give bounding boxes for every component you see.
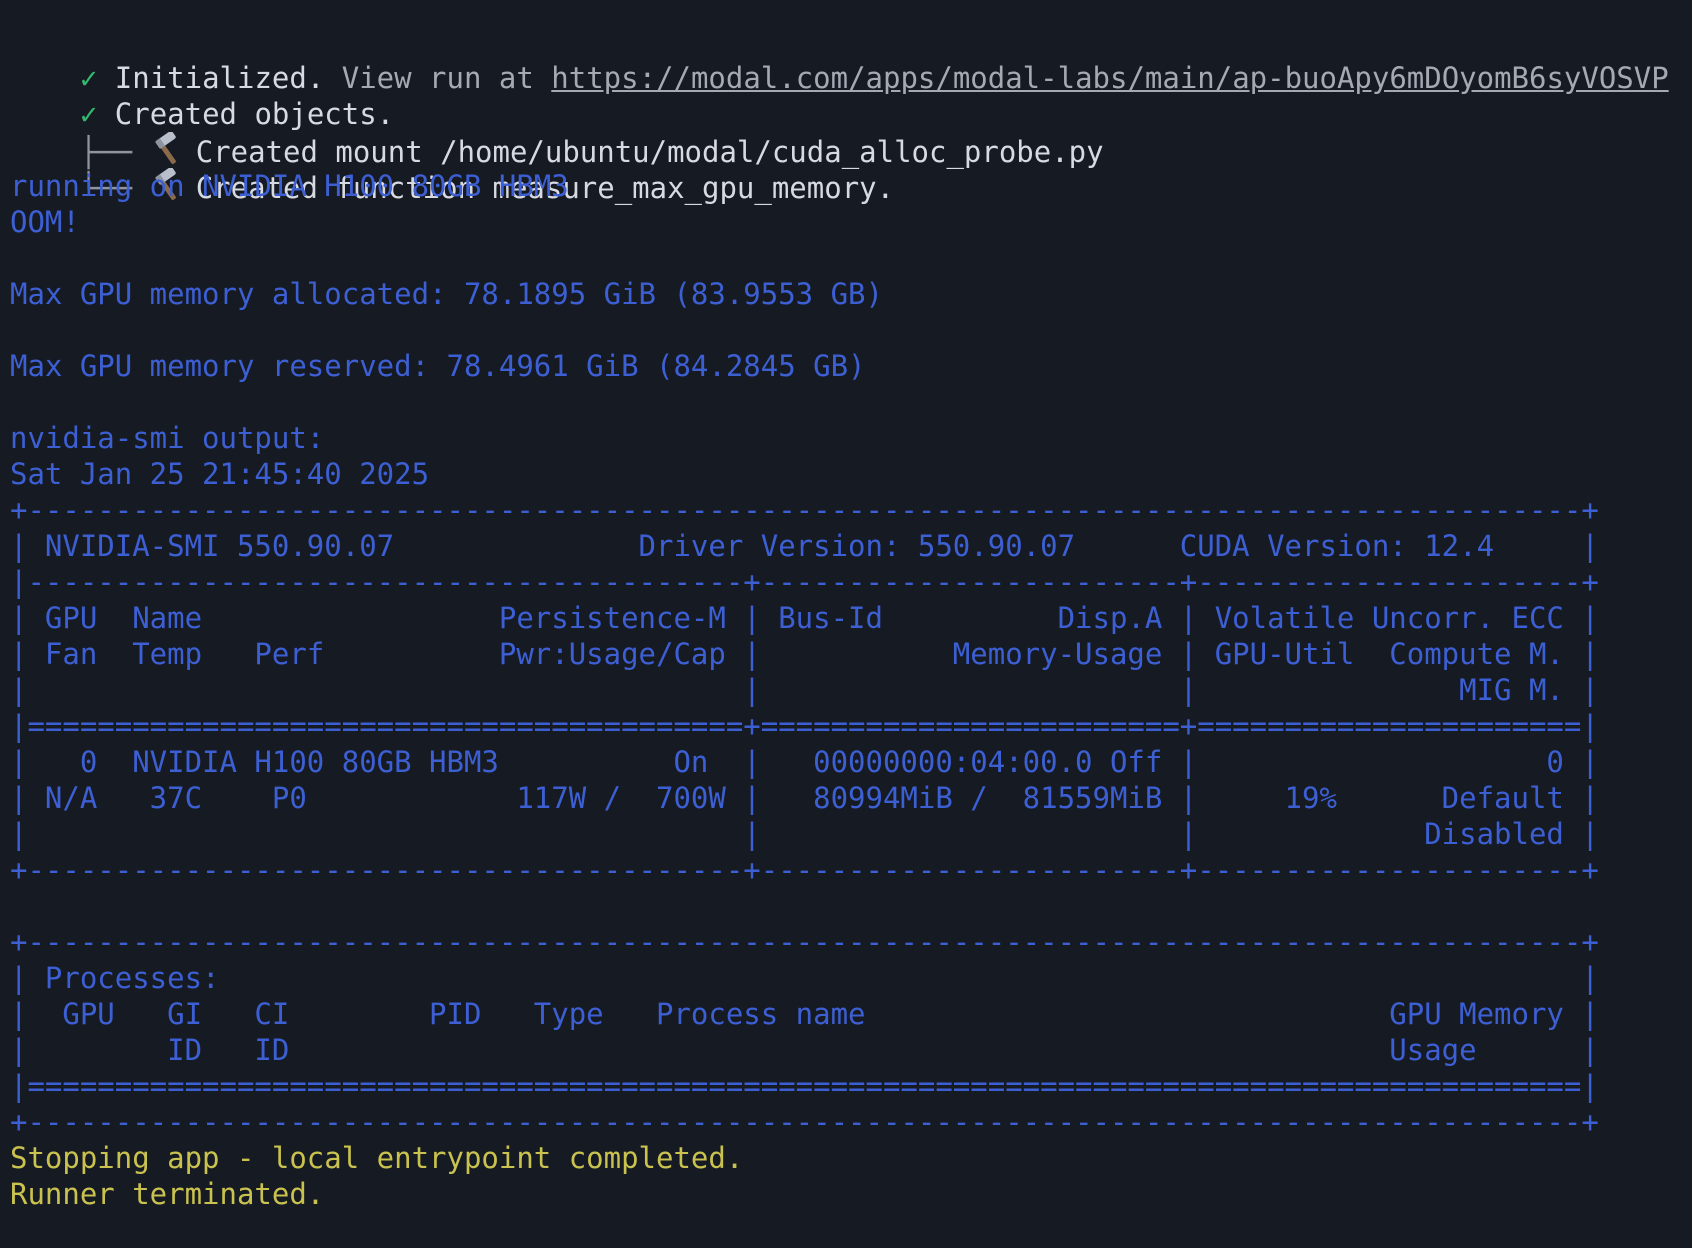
smi-table-line: |---------------------------------------… bbox=[10, 565, 1599, 599]
smi-table-line: | NVIDIA-SMI 550.90.07 Driver Version: 5… bbox=[10, 529, 1599, 563]
max-allocated-line: Max GPU memory allocated: 78.1895 GiB (8… bbox=[10, 277, 883, 311]
smi-table-line: | 0 NVIDIA H100 80GB HBM3 On | 00000000:… bbox=[10, 745, 1599, 779]
max-reserved-line: Max GPU memory reserved: 78.4961 GiB (84… bbox=[10, 349, 866, 383]
hammer-icon bbox=[150, 130, 196, 170]
smi-table-line: | GPU Name Persistence-M | Bus-Id Disp.A… bbox=[10, 601, 1599, 635]
nvidia-smi-table: +---------------------------------------… bbox=[10, 492, 1692, 1140]
runner-terminated-line: Runner terminated. bbox=[10, 1177, 325, 1211]
check-icon: ✓ bbox=[79, 61, 98, 95]
smi-table-line: | | | MIG M. | bbox=[10, 673, 1599, 707]
processes-table-line: +---------------------------------------… bbox=[10, 925, 1599, 959]
smi-table-line: | | | Disabled | bbox=[10, 817, 1599, 851]
run-url-link[interactable]: https://modal.com/apps/modal-labs/main/a… bbox=[551, 61, 1668, 95]
oom-line: OOM! bbox=[10, 205, 80, 239]
smi-table-line: +---------------------------------------… bbox=[10, 853, 1599, 887]
terminal-output: ✓ Initialized. View run at https://modal… bbox=[10, 0, 1692, 1248]
created-mount-text: Created mount /home/ubuntu/modal/cuda_al… bbox=[195, 135, 1104, 169]
smi-table-line: | Fan Temp Perf Pwr:Usage/Cap | Memory-U… bbox=[10, 637, 1599, 671]
smi-timestamp: Sat Jan 25 21:45:40 2025 bbox=[10, 457, 430, 491]
smi-table-line: +---------------------------------------… bbox=[10, 493, 1599, 527]
nvidia-smi-label: nvidia-smi output: bbox=[10, 421, 325, 455]
smi-table-line bbox=[10, 888, 1692, 924]
processes-table-line: | ID ID Usage | bbox=[10, 1033, 1599, 1067]
clipped-top-line bbox=[10, 0, 1692, 24]
clipped-bottom-line bbox=[10, 1212, 1692, 1248]
processes-table-line: |=======================================… bbox=[10, 1069, 1599, 1103]
smi-table-line: |=======================================… bbox=[10, 709, 1599, 743]
processes-table-line: +---------------------------------------… bbox=[10, 1105, 1599, 1139]
processes-table-line: | GPU GI CI PID Type Process name GPU Me… bbox=[10, 997, 1599, 1031]
created-objects-text: Created objects. bbox=[97, 97, 395, 131]
tree-branch: ├── bbox=[79, 135, 150, 169]
check-icon: ✓ bbox=[79, 97, 98, 131]
stopping-app-line: Stopping app - local entrypoint complete… bbox=[10, 1141, 744, 1175]
init-text: Initialized. bbox=[97, 61, 325, 95]
smi-table-line: | N/A 37C P0 117W / 700W | 80994MiB / 81… bbox=[10, 781, 1599, 815]
view-run-text: View run at bbox=[324, 61, 552, 95]
processes-table-line: | Processes: | bbox=[10, 961, 1599, 995]
